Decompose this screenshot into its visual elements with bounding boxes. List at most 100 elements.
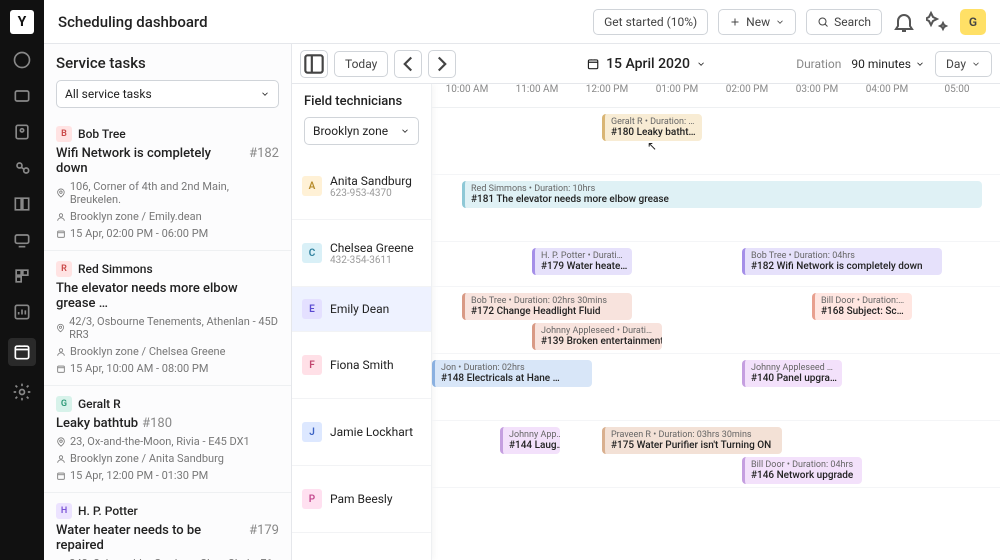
technician-row[interactable]: A Anita Sandburg623-953-4370 [292,153,431,220]
calendar-event[interactable]: H. P. Potter • Durati…#179 Water heate… [532,248,632,275]
technician-row[interactable]: E Emily Dean [292,287,431,332]
view-select[interactable]: Day [935,51,992,77]
time-slot-label: 01:00 PM [642,84,712,107]
calendar-event[interactable]: Red Simmons • Duration: 10hrs#181 The el… [462,181,982,208]
avatar: A [302,176,322,196]
event-title: #179 Water heate… [541,261,626,272]
task-customer: Red Simmons [78,262,153,276]
avatar: B [56,126,72,142]
time-header: 10:00 AM11:00 AM12:00 PM01:00 PM02:00 PM… [432,84,1000,108]
avatar: F [302,355,322,375]
nav-schedule-icon[interactable] [8,338,36,366]
page-title: Scheduling dashboard [58,13,208,31]
chevron-down-icon [971,59,981,69]
nav-assets-icon[interactable] [12,266,32,286]
new-button[interactable]: New [718,9,796,35]
calendar-event[interactable]: Johnny Appleseed • Durati…#139 Broken en… [532,323,662,350]
calendar-event[interactable]: Johnny Appleseed …#140 Panel upgra… [742,360,842,387]
nav-orgs-icon[interactable] [12,158,32,178]
avatar: E [302,299,322,319]
task-subject: Leaky bathtub #180 [56,416,279,431]
whats-new-button[interactable] [926,10,950,34]
calendar-event[interactable]: Bill Door • Duration:…#168 Subject: Sc… [812,293,912,320]
time-slot-label: 12:00 PM [572,84,642,107]
calendar-event[interactable]: Bob Tree • Duration: 02hrs 30mins#172 Ch… [462,293,632,320]
duration-select[interactable]: 90 minutes [851,57,925,71]
user-avatar-button[interactable]: G [960,9,986,35]
sparkle-icon [926,10,950,34]
event-meta: Red Simmons • Duration: 10hrs [471,184,976,194]
zone-select[interactable]: Brooklyn zone [304,117,419,145]
time-slot-label: 04:00 PM [852,84,922,107]
task-card[interactable]: HH. P. Potter Water heater needs to be r… [44,493,291,560]
event-title: #180 Leaky batht… [611,127,696,138]
task-card[interactable]: BBob Tree Wifi Network is completely dow… [44,116,291,251]
technician-phone: 623-953-4370 [330,188,412,199]
calendar-event[interactable]: Jon • Duration: 02hrs#148 Electricals at… [432,360,592,387]
technician-row[interactable]: J Jamie Lockhart [292,399,431,466]
timeline[interactable]: 10:00 AM11:00 AM12:00 PM01:00 PM02:00 PM… [432,84,1000,560]
calendar-event[interactable]: Praveen R • Duration: 03hrs 30mins#175 W… [602,427,782,454]
technician-name: Emily Dean [330,302,389,316]
nav-contacts-icon[interactable] [12,122,32,142]
task-address: 23, Ox-and-the-Moon, Rivia - E45 DX1 [56,435,279,448]
technicians-panel: Field technicians Brooklyn zone A Anita … [292,84,432,560]
calendar-area: Today 15 April 2020 Duration 90 minutes … [292,44,1000,560]
task-subject: The elevator needs more elbow grease … [56,281,279,311]
calendar-event[interactable]: Bob Tree • Duration: 04hrs#182 Wifi Netw… [742,248,942,275]
nav-settings-icon[interactable] [12,382,32,402]
time-slot-label: 05:00 [922,84,992,107]
nav-knowledge-icon[interactable] [12,194,32,214]
technician-row[interactable]: P Pam Beesly [292,466,431,533]
avatar: C [302,243,322,263]
tasks-title: Service tasks [56,54,279,72]
technician-phone: 432-354-3611 [330,255,414,266]
nav-inbox-icon[interactable] [12,86,32,106]
nav-messages-icon[interactable] [12,230,32,250]
date-picker[interactable]: 15 April 2020 [586,56,706,72]
avatar: P [302,489,322,509]
event-title: #140 Panel upgra… [751,373,836,384]
technician-row[interactable]: F Fiona Smith [292,332,431,399]
prev-day-button[interactable] [394,50,422,78]
task-time: 15 Apr, 02:00 PM - 06:00 PM [56,227,279,240]
duration-label: Duration [796,57,841,71]
get-started-button[interactable]: Get started (10%) [593,9,708,35]
task-zone: Brooklyn zone / Anita Sandburg [56,452,279,465]
technicians-title: Field technicians [304,94,419,109]
event-title: #175 Water Purifier isn't Turning ON [611,440,776,451]
event-meta: H. P. Potter • Durati… [541,251,626,261]
calendar-event[interactable]: Geralt R • Duration: …#180 Leaky batht… [602,114,702,141]
time-slot-label: 03:00 PM [782,84,852,107]
chevron-down-icon [400,126,410,136]
event-meta: Jon • Duration: 02hrs [441,363,586,373]
task-card[interactable]: GGeralt R Leaky bathtub #180 23, Ox-and-… [44,386,291,493]
search-button[interactable]: Search [806,9,882,35]
nav-reports-icon[interactable] [12,302,32,322]
chevron-down-icon [696,59,706,69]
event-meta: Johnny App… [509,430,554,440]
tasks-filter-select[interactable]: All service tasks [56,80,279,108]
next-day-button[interactable] [428,50,456,78]
avatar: J [302,422,322,442]
technician-row[interactable]: C Chelsea Greene432-354-3611 [292,220,431,287]
task-address: 106, Corner of 4th and 2nd Main, Breukel… [56,180,279,206]
chevron-down-icon [260,89,270,99]
task-customer: H. P. Potter [78,504,138,518]
calendar-event[interactable]: Bill Door • Duration: 04hrs#146 Network … [742,457,862,484]
task-card[interactable]: RRed Simmons The elevator needs more elb… [44,251,291,386]
task-time: 15 Apr, 12:00 PM - 01:30 PM [56,469,279,482]
task-zone: Brooklyn zone / Emily.dean [56,210,279,223]
technician-name: Jamie Lockhart [330,425,413,439]
nav-dashboard-icon[interactable] [12,50,32,70]
notifications-button[interactable] [892,10,916,34]
event-title: #144 Laug… [509,440,554,451]
calendar-event[interactable]: Johnny App…#144 Laug… [500,427,560,454]
technician-name: Pam Beesly [330,492,393,506]
event-meta: Bob Tree • Duration: 04hrs [751,251,936,261]
toggle-sidebar-button[interactable] [300,50,328,78]
topbar: Scheduling dashboard Get started (10%) N… [44,0,1000,44]
today-button[interactable]: Today [334,51,388,77]
event-meta: Bill Door • Duration: 04hrs [751,460,856,470]
timeline-lane[interactable] [432,108,1000,175]
